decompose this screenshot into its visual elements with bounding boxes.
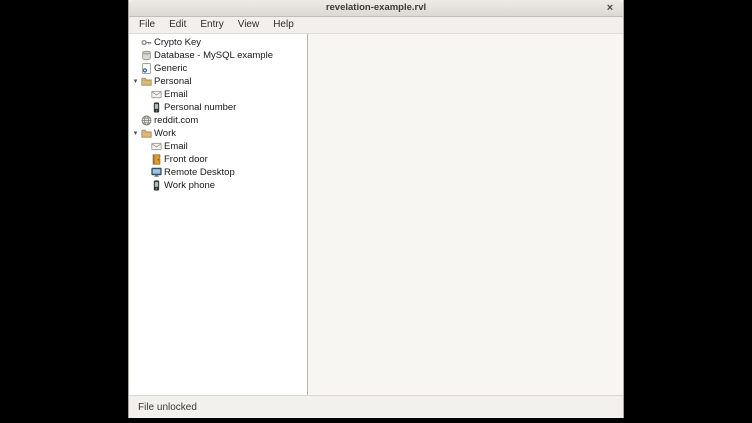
email-icon	[151, 141, 162, 152]
menu-item-file[interactable]: File	[132, 17, 162, 33]
tree-item-label: Remote Desktop	[164, 166, 235, 179]
key-icon	[141, 37, 152, 48]
door-icon	[151, 154, 162, 165]
folder-icon	[141, 128, 152, 139]
tree-item-label: Email	[164, 140, 188, 153]
menu-item-entry[interactable]: Entry	[193, 17, 230, 33]
tree-item-label: Work	[154, 127, 176, 140]
tree-item-label: reddit.com	[154, 114, 198, 127]
tree-item-work-phone[interactable]: Work phone	[129, 179, 307, 192]
entry-tree[interactable]: Crypto KeyDatabase - MySQL exampleGeneri…	[129, 34, 308, 395]
monitor-icon	[151, 167, 162, 178]
menu-item-view[interactable]: View	[231, 17, 267, 33]
statusbar: File unlocked	[129, 395, 623, 418]
tree-item-label: Personal	[154, 75, 192, 88]
close-icon[interactable]: ×	[603, 0, 617, 16]
tree-item-personal-number[interactable]: Personal number	[129, 101, 307, 114]
menubar: FileEditEntryViewHelp	[129, 17, 623, 34]
phone-icon	[151, 180, 162, 191]
tree-item-work[interactable]: ▾ Work	[129, 127, 307, 140]
tree-item-label: Crypto Key	[154, 36, 201, 49]
folder-icon	[141, 76, 152, 87]
tree-item-personal[interactable]: ▾ Personal	[129, 75, 307, 88]
tree-item-email[interactable]: Email	[129, 88, 307, 101]
generic-icon	[141, 63, 152, 74]
tree-item-email[interactable]: Email	[129, 140, 307, 153]
tree-item-remote-desktop[interactable]: Remote Desktop	[129, 166, 307, 179]
email-icon	[151, 89, 162, 100]
menu-item-help[interactable]: Help	[266, 17, 301, 33]
tree-item-label: Front door	[164, 153, 208, 166]
tree-item-front-door[interactable]: Front door	[129, 153, 307, 166]
phone-icon	[151, 102, 162, 113]
database-icon	[141, 50, 152, 61]
app-window: revelation-example.rvl × FileEditEntryVi…	[128, 0, 624, 418]
status-text: File unlocked	[138, 402, 197, 413]
content-area: Crypto KeyDatabase - MySQL exampleGeneri…	[129, 34, 623, 395]
tree-item-label: Work phone	[164, 179, 215, 192]
globe-icon	[141, 115, 152, 126]
tree-item-reddit-com[interactable]: reddit.com	[129, 114, 307, 127]
expander-icon[interactable]: ▾	[130, 75, 141, 88]
tree-item-generic[interactable]: Generic	[129, 62, 307, 75]
tree-item-crypto-key[interactable]: Crypto Key	[129, 36, 307, 49]
menu-item-edit[interactable]: Edit	[162, 17, 193, 33]
tree-item-label: Personal number	[164, 101, 236, 114]
tree-item-label: Generic	[154, 62, 187, 75]
tree-item-label: Email	[164, 88, 188, 101]
titlebar: revelation-example.rvl ×	[129, 0, 623, 17]
tree-item-label: Database - MySQL example	[154, 49, 273, 62]
detail-panel	[308, 34, 623, 395]
expander-icon[interactable]: ▾	[130, 127, 141, 140]
tree-item-database-mysql-example[interactable]: Database - MySQL example	[129, 49, 307, 62]
window-title: revelation-example.rvl	[326, 0, 426, 16]
